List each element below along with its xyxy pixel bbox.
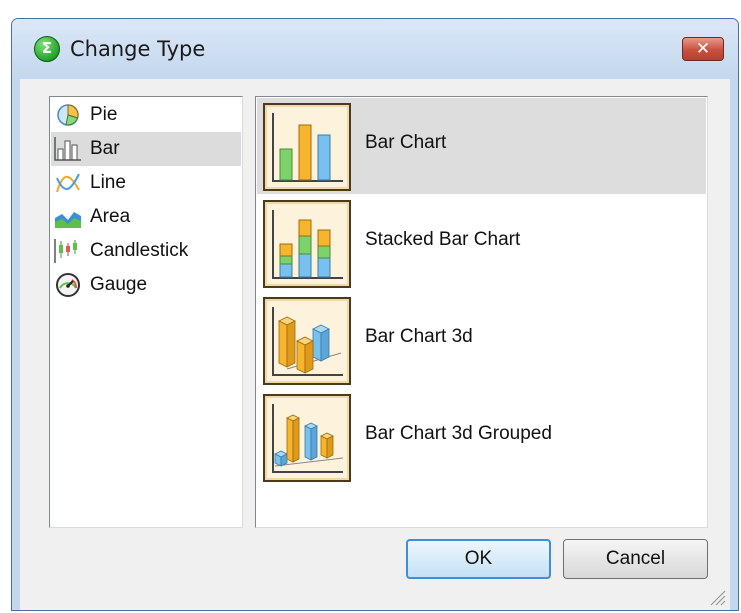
chart-variant-list[interactable]: Bar Chart Stacked Bar Chart Bar Chart 3d… (255, 96, 708, 528)
title-bar[interactable]: Σ Change Type ✕ (12, 19, 738, 79)
type-item-pie[interactable]: Pie (51, 98, 241, 132)
bar-chart-3d-grouped-thumbnail (263, 394, 351, 482)
type-label-bar: Bar (90, 138, 120, 159)
gauge-icon (53, 270, 83, 300)
candlestick-icon (53, 236, 83, 266)
change-type-dialog: Σ Change Type ✕ Pie Bar Line Area Candle… (11, 18, 739, 611)
chart-item-bar-chart[interactable]: Bar Chart (257, 98, 706, 194)
chart-item-bar-chart-3d-grouped[interactable]: Bar Chart 3d Grouped (257, 389, 706, 485)
type-label-pie: Pie (90, 104, 118, 125)
resize-grip-icon[interactable] (708, 588, 726, 606)
bar-chart-thumbnail (263, 103, 351, 191)
chart-item-stacked-bar-chart[interactable]: Stacked Bar Chart (257, 195, 706, 291)
type-item-candlestick[interactable]: Candlestick (51, 234, 241, 268)
dialog-title: Change Type (70, 37, 206, 61)
type-item-bar[interactable]: Bar (51, 132, 241, 166)
chart-label-stacked-bar-chart: Stacked Bar Chart (365, 229, 521, 250)
pie-icon (53, 100, 83, 130)
dialog-body: Pie Bar Line Area Candlestick Gauge Bar … (20, 79, 730, 610)
type-item-gauge[interactable]: Gauge (51, 268, 241, 302)
cancel-button[interactable]: Cancel (563, 539, 708, 579)
chart-label-bar-chart-3d-grouped: Bar Chart 3d Grouped (365, 423, 552, 444)
close-icon: ✕ (695, 39, 711, 59)
app-icon: Σ (34, 36, 60, 62)
type-item-area[interactable]: Area (51, 200, 241, 234)
type-label-gauge: Gauge (90, 274, 148, 295)
stacked-bar-chart-thumbnail (263, 200, 351, 288)
type-label-area: Area (90, 206, 131, 227)
area-icon (53, 202, 83, 232)
type-item-line[interactable]: Line (51, 166, 241, 200)
chart-label-bar-chart: Bar Chart (365, 132, 447, 153)
ok-button[interactable]: OK (406, 539, 551, 579)
type-label-candlestick: Candlestick (90, 240, 189, 261)
chart-label-bar-chart-3d: Bar Chart 3d (365, 326, 473, 347)
type-label-line: Line (90, 172, 126, 193)
bar-chart-3d-thumbnail (263, 297, 351, 385)
chart-type-list[interactable]: Pie Bar Line Area Candlestick Gauge (49, 96, 243, 528)
chart-item-bar-chart-3d[interactable]: Bar Chart 3d (257, 292, 706, 388)
line-icon (53, 168, 83, 198)
close-button[interactable]: ✕ (682, 37, 724, 61)
bar-icon (53, 134, 83, 164)
